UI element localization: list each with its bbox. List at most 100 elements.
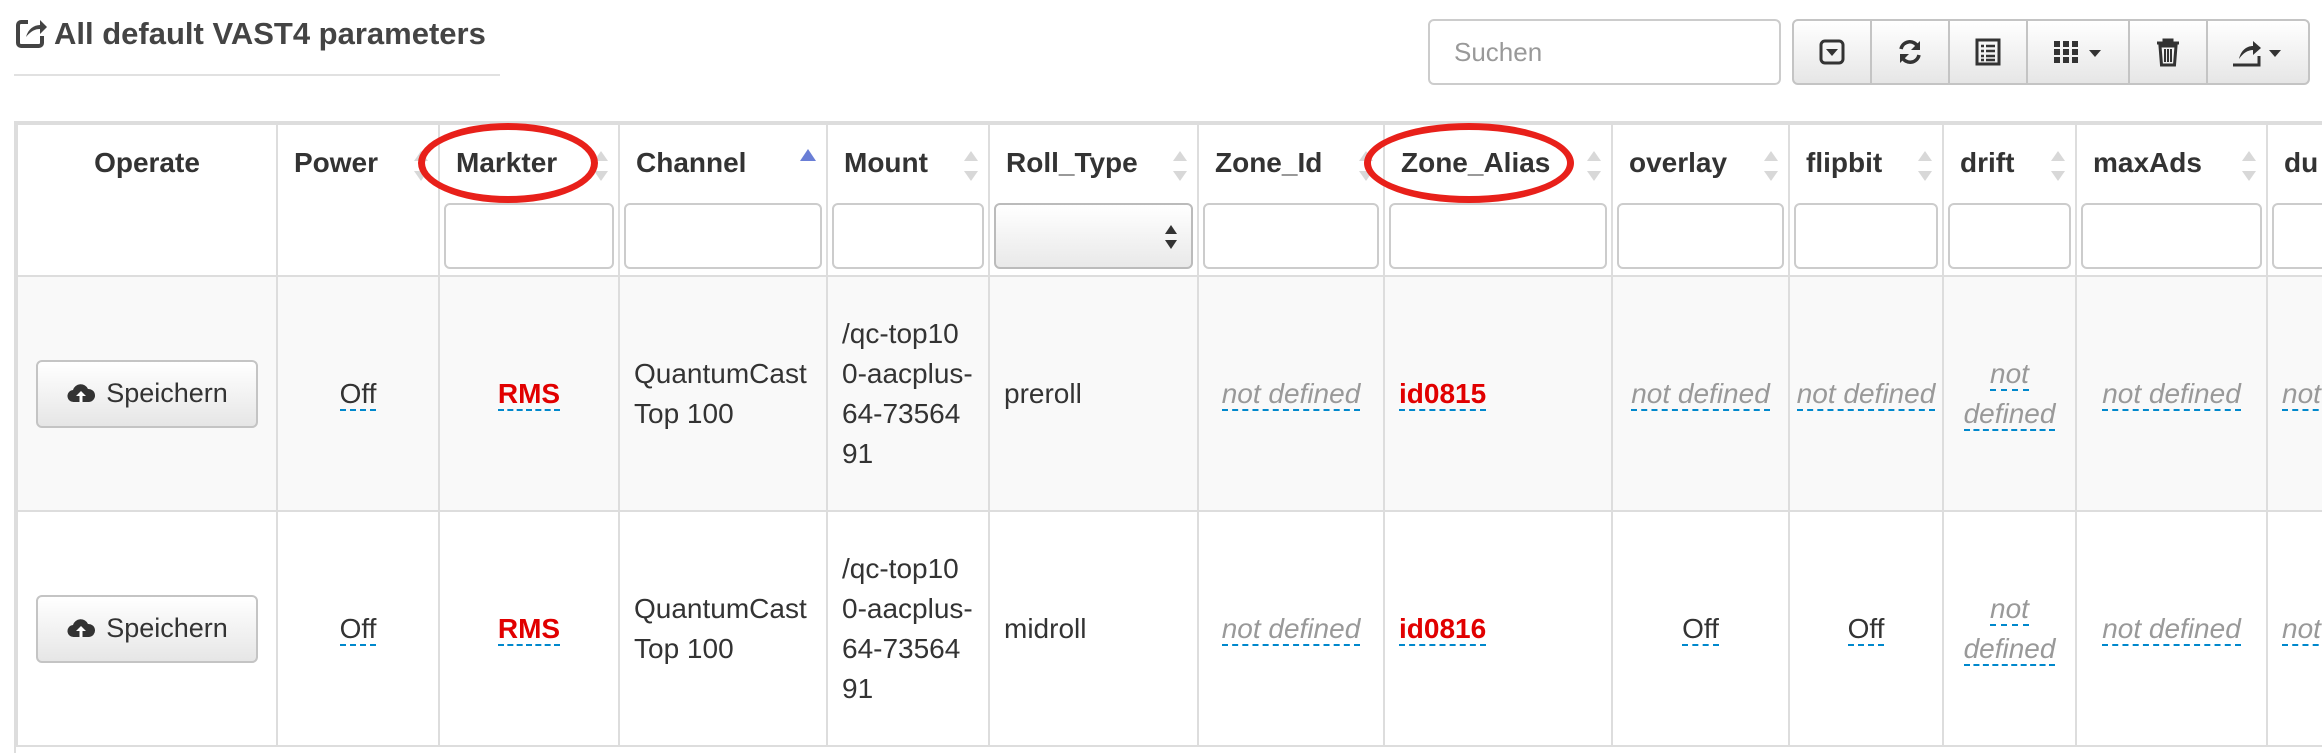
columns-toggle-button[interactable]	[2026, 19, 2130, 85]
column-header-mount[interactable]: Mount	[826, 123, 990, 277]
card-view-button[interactable]	[1948, 19, 2028, 85]
filter-input-flipbit[interactable]	[1794, 203, 1938, 269]
column-header-label: flipbit	[1806, 147, 1883, 178]
du-cell: not defined	[2266, 510, 2322, 747]
delete-button[interactable]	[2128, 19, 2208, 85]
overlay-value[interactable]: Off	[1682, 612, 1719, 646]
column-header-power[interactable]: Power	[276, 123, 440, 277]
save-button-label: Speichern	[106, 613, 228, 643]
flipbit-cell: Off	[1788, 510, 1944, 747]
roll-type-cell: midroll	[988, 510, 1199, 747]
sort-icon	[414, 151, 428, 181]
column-header-label: Operate	[94, 147, 200, 178]
table-row: Speichern Off RMS QuantumCast Top 100 /q…	[16, 510, 2322, 747]
filter-input-markter[interactable]	[444, 203, 614, 269]
column-header-label: maxAds	[2093, 147, 2202, 178]
column-header-label: Roll_Type	[1006, 147, 1138, 178]
sort-icon	[1764, 151, 1778, 181]
zone-alias-value[interactable]: id0815	[1399, 377, 1487, 411]
overlay-value[interactable]: not defined	[1631, 377, 1770, 411]
mount-cell: /qc-top100-aacplus-64-7356491	[826, 510, 990, 747]
sort-ascending-icon	[800, 149, 816, 161]
cloud-upload-icon	[67, 618, 96, 637]
column-header-label: Zone_Alias	[1401, 147, 1551, 178]
markter-cell: RMS	[438, 510, 620, 747]
drift-cell: not defined	[1942, 510, 2077, 747]
maxads-cell: not defined	[2075, 275, 2268, 512]
power-value[interactable]: Off	[339, 377, 377, 411]
drift-value[interactable]: not defined	[1963, 592, 2056, 666]
markter-value[interactable]: RMS	[497, 377, 561, 411]
sort-icon	[1918, 151, 1932, 181]
toggle-pagination-icon	[1819, 39, 1845, 65]
save-button-label: Speichern	[106, 378, 228, 408]
filter-input-mount[interactable]	[832, 203, 984, 269]
filter-input-du[interactable]	[2272, 203, 2322, 269]
card-view-icon	[1975, 38, 2001, 66]
search-input[interactable]	[1428, 19, 1781, 85]
column-header-du[interactable]: du	[2266, 123, 2322, 277]
column-header-zone-id[interactable]: Zone_Id	[1197, 123, 1385, 277]
power-cell: Off	[276, 275, 440, 512]
toggle-pagination-button[interactable]	[1792, 19, 1872, 85]
cloud-upload-icon	[67, 383, 96, 402]
zone-alias-cell: id0816	[1383, 510, 1613, 747]
markter-value[interactable]: RMS	[497, 612, 561, 646]
du-value[interactable]: not defined	[2282, 612, 2322, 646]
select-arrows-icon	[1165, 225, 1177, 249]
channel-value: QuantumCast Top 100	[634, 592, 807, 664]
save-button[interactable]: Speichern	[36, 594, 258, 663]
delete-icon	[2157, 38, 2179, 67]
filter-input-overlay[interactable]	[1617, 203, 1784, 269]
column-header-label: Power	[294, 147, 379, 178]
column-header-channel[interactable]: Channel	[618, 123, 828, 277]
sort-icon	[1173, 151, 1187, 181]
maxads-cell: not defined	[2075, 510, 2268, 747]
filter-input-maxads[interactable]	[2081, 203, 2262, 269]
column-header-label: drift	[1960, 147, 2015, 178]
flipbit-value[interactable]: not defined	[1796, 377, 1936, 411]
roll-type-cell: preroll	[988, 275, 1199, 512]
zone-id-value[interactable]: not defined	[1221, 612, 1361, 646]
flipbit-value[interactable]: Off	[1847, 612, 1885, 646]
filter-input-zone-id[interactable]	[1203, 203, 1379, 269]
power-cell: Off	[276, 510, 440, 747]
table-toolbar	[1792, 19, 2310, 85]
zone-alias-value[interactable]: id0816	[1399, 612, 1487, 646]
filter-input-channel[interactable]	[624, 203, 822, 269]
column-header-flipbit[interactable]: flipbit	[1788, 123, 1944, 277]
drift-cell: not defined	[1942, 275, 2077, 512]
save-button[interactable]: Speichern	[36, 359, 258, 428]
filter-select-roll-type[interactable]	[994, 203, 1193, 269]
parameters-table-container: Operate Power Markter Channel Mount Roll…	[14, 121, 2322, 753]
power-value[interactable]: Off	[339, 612, 377, 646]
column-header-maxads[interactable]: maxAds	[2075, 123, 2268, 277]
du-value[interactable]: not defined	[2282, 377, 2322, 411]
export-icon	[2233, 41, 2281, 67]
maxads-value[interactable]: not defined	[2102, 377, 2241, 411]
channel-value: QuantumCast Top 100	[634, 357, 807, 429]
filter-input-zone-alias[interactable]	[1389, 203, 1607, 269]
refresh-button[interactable]	[1870, 19, 1950, 85]
column-header-label: Zone_Id	[1215, 147, 1323, 178]
column-header-markter[interactable]: Markter	[438, 123, 620, 277]
zone-id-value[interactable]: not defined	[1221, 377, 1361, 411]
external-link-icon	[16, 20, 47, 48]
column-header-overlay[interactable]: overlay	[1611, 123, 1790, 277]
filter-input-drift[interactable]	[1948, 203, 2071, 269]
mount-cell: /qc-top100-aacplus-64-7356491	[826, 275, 990, 512]
export-button[interactable]	[2206, 19, 2310, 85]
channel-cell: QuantumCast Top 100	[618, 510, 828, 747]
zone-id-cell: not defined	[1197, 275, 1385, 512]
zone-id-cell: not defined	[1197, 510, 1385, 747]
column-header-label: Channel	[636, 147, 747, 178]
column-header-roll-type[interactable]: Roll_Type	[988, 123, 1199, 277]
channel-cell: QuantumCast Top 100	[618, 275, 828, 512]
drift-value[interactable]: not defined	[1963, 357, 2056, 431]
overlay-cell: not defined	[1611, 275, 1790, 512]
maxads-value[interactable]: not defined	[2102, 612, 2241, 646]
page-title: All default VAST4 parameters	[54, 16, 486, 51]
column-header-drift[interactable]: drift	[1942, 123, 2077, 277]
column-header-zone-alias[interactable]: Zone_Alias	[1383, 123, 1613, 277]
sort-icon	[1359, 151, 1373, 181]
